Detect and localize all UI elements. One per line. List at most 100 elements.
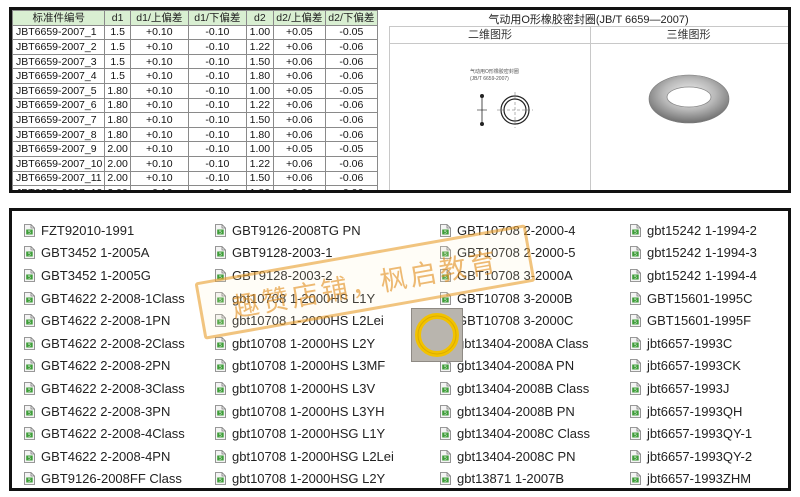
file-item[interactable]: Sjbt6657-1993ZHM <box>630 468 757 488</box>
document-icon: S <box>440 246 457 260</box>
file-item[interactable]: Sgbt10708 1-2000HSG L2Lei <box>215 445 394 468</box>
document-icon: S <box>440 382 457 395</box>
file-item[interactable]: Sgbt10708 1-2000HSG L2Y <box>215 468 394 488</box>
spec-row: JBT6659-2007_5 1.80 +0.10 -0.10 1.00 +0.05 -0.… <box>12 82 378 99</box>
document-icon: S <box>440 269 457 282</box>
document-icon: S <box>24 404 41 418</box>
spec-code-cell: JBT6659-2007_4 <box>12 68 106 84</box>
document-icon: S <box>215 314 232 328</box>
file-item[interactable]: S GBT10708 3-2000A <box>440 264 590 287</box>
file-item[interactable]: S GBT15601-1995C <box>630 287 757 310</box>
spec-table-header: 标准件编号 d1 d1/上偏差 d1/下偏差 d2 d2/上偏差 d2/下偏差 <box>12 10 378 26</box>
file-item[interactable]: Sgbt10708 1-2000HS L3YH <box>215 400 394 423</box>
file-name: GBT10708 3-2000A <box>457 267 573 283</box>
file-item[interactable]: Sgbt15242 1-1994-3 <box>630 242 757 265</box>
file-name: jbt6657-1993CK <box>647 358 741 374</box>
file-item[interactable]: S GBT9128-2003-2 <box>215 264 394 287</box>
document-icon: S <box>24 223 41 237</box>
svg-text:S: S <box>444 455 447 460</box>
file-name: GBT4622 2-2008-2Class <box>41 335 185 351</box>
drawing-title: 气动用O形橡胶密封圈(JB/T 6659—2007) <box>488 14 689 26</box>
file-name: gbt13871 1-2007B <box>457 471 564 487</box>
file-item[interactable]: S GBT9126-2008FF Class <box>24 468 185 488</box>
file-item[interactable]: S GBT4622 2-2008-4PN <box>24 445 185 468</box>
oring-2d-drawing <box>477 92 533 128</box>
file-item[interactable]: S GBT4622 2-2008-1PN <box>24 309 185 332</box>
file-item[interactable]: Sgbt13404-2008B PN <box>440 400 590 423</box>
file-item[interactable]: S GBT4622 2-2008-4Class <box>24 422 185 445</box>
file-item[interactable]: S GBT9126-2008TG PN <box>215 219 394 242</box>
file-name: gbt13404-2008C PN <box>457 448 576 464</box>
spec-code-cell: JBT6659-2007_3 <box>12 53 106 70</box>
svg-text:S: S <box>444 275 447 280</box>
file-item[interactable]: Sgbt15242 1-1994-2 <box>630 219 757 242</box>
svg-text:S: S <box>28 388 31 393</box>
file-name: GBT15601-1995C <box>647 290 753 306</box>
spec-value-cell: 2.00 <box>104 141 131 157</box>
file-item[interactable]: S GBT4622 2-2008-2PN <box>24 355 185 378</box>
spec-header-cell: 标准件编号 <box>12 10 106 26</box>
document-icon: S <box>630 246 647 260</box>
spec-value-cell: +0.05 <box>272 82 326 99</box>
file-item[interactable]: Sgbt10708 1-2000HS L3V <box>215 377 394 400</box>
spec-value-cell: 1.80 <box>104 97 131 114</box>
file-name: gbt10708 1-2000HSG L2Y <box>232 471 386 487</box>
file-item[interactable]: Sjbt6657-1993CK <box>630 355 757 378</box>
spec-header-cell: d1 <box>104 10 131 26</box>
file-name: GBT15601-1995F <box>647 313 752 329</box>
file-name: jbt6657-1993QH <box>647 403 743 419</box>
file-item[interactable]: Sgbt10708 1-2000HS L2Y <box>215 332 394 355</box>
document-icon: S <box>440 223 457 237</box>
file-name: GBT9126-2008FF Class <box>41 471 182 487</box>
file-item[interactable]: S GBT15601-1995F <box>630 309 757 332</box>
spec-value-cell: -0.06 <box>324 97 378 114</box>
file-item[interactable]: S GBT3452 1-2005A <box>24 242 185 265</box>
file-name: jbt6657-1993QY-2 <box>647 448 753 464</box>
file-item[interactable]: Sgbt10708 1-2000HS L3MF <box>215 355 394 378</box>
svg-text:S: S <box>634 229 637 234</box>
spec-value-cell: -0.06 <box>324 155 378 172</box>
file-item[interactable]: Sgbt10708 1-2000HS L2Lei <box>215 309 394 332</box>
file-item[interactable]: S GBT4622 2-2008-3Class <box>24 377 185 400</box>
file-item[interactable]: Sjbt6657-1993J <box>630 377 757 400</box>
file-item[interactable]: Sjbt6657-1993QH <box>630 400 757 423</box>
svg-text:S: S <box>28 342 31 347</box>
file-item[interactable]: S GBT9128-2003-1 <box>215 242 394 265</box>
file-item[interactable]: Sgbt13404-2008B Class <box>440 377 590 400</box>
file-item[interactable]: Sjbt6657-1993C <box>630 332 757 355</box>
svg-text:S: S <box>634 297 637 302</box>
file-item[interactable]: S GBT10708 2-2000-4 <box>440 219 590 242</box>
file-item[interactable]: Sjbt6657-1993QY-1 <box>630 422 757 445</box>
file-name: gbt10708 1-2000HS L3V <box>232 380 376 396</box>
spec-value-cell: 1.00 <box>245 82 274 99</box>
spec-code-cell: JBT6659-2007_9 <box>12 141 106 157</box>
file-item[interactable]: Sgbt10708 1-2000HS L1Y <box>215 287 394 310</box>
file-name: gbt13404-2008B Class <box>457 380 590 396</box>
svg-text:S: S <box>444 229 447 234</box>
spec-value-cell: +0.06 <box>272 126 326 143</box>
file-item[interactable]: Sgbt13871 1-2007B <box>440 468 590 488</box>
file-item[interactable]: S GBT4622 2-2008-3PN <box>24 400 185 423</box>
file-item[interactable]: S GBT10708 2-2000-5 <box>440 242 590 265</box>
file-name: gbt10708 1-2000HSG L1Y <box>232 426 386 442</box>
file-item[interactable]: S GBT3452 1-2005G <box>24 264 185 287</box>
spec-value-cell: +0.10 <box>129 39 189 55</box>
file-item[interactable]: S GBT10708 3-2000B <box>440 287 590 310</box>
file-item[interactable]: Sgbt10708 1-2000HSG L1Y <box>215 422 394 445</box>
spec-value-cell: +0.06 <box>272 170 326 187</box>
file-item[interactable]: S GBT4622 2-2008-1Class <box>24 287 185 310</box>
svg-text:S: S <box>634 342 637 347</box>
file-item[interactable]: S GBT4622 2-2008-2Class <box>24 332 185 355</box>
file-item[interactable]: S FZT92010-1991 <box>24 219 185 242</box>
file-item[interactable]: Sgbt13404-2008C Class <box>440 422 590 445</box>
file-name: GBT4622 2-2008-3Class <box>41 380 185 396</box>
document-icon: S <box>24 449 41 463</box>
file-item[interactable]: Sgbt13404-2008C PN <box>440 445 590 468</box>
document-icon: S <box>24 269 41 282</box>
file-item[interactable]: Sjbt6657-1993QY-2 <box>630 445 757 468</box>
file-item[interactable]: Sgbt15242 1-1994-4 <box>630 264 757 287</box>
file-column-4: Sgbt15242 1-1994-2 Sgbt15242 1-1994-3 Sgbt… <box>630 219 757 488</box>
spec-value-cell: 1.22 <box>245 39 274 55</box>
document-icon: S <box>215 359 232 373</box>
spec-value-cell: -0.06 <box>324 126 378 143</box>
